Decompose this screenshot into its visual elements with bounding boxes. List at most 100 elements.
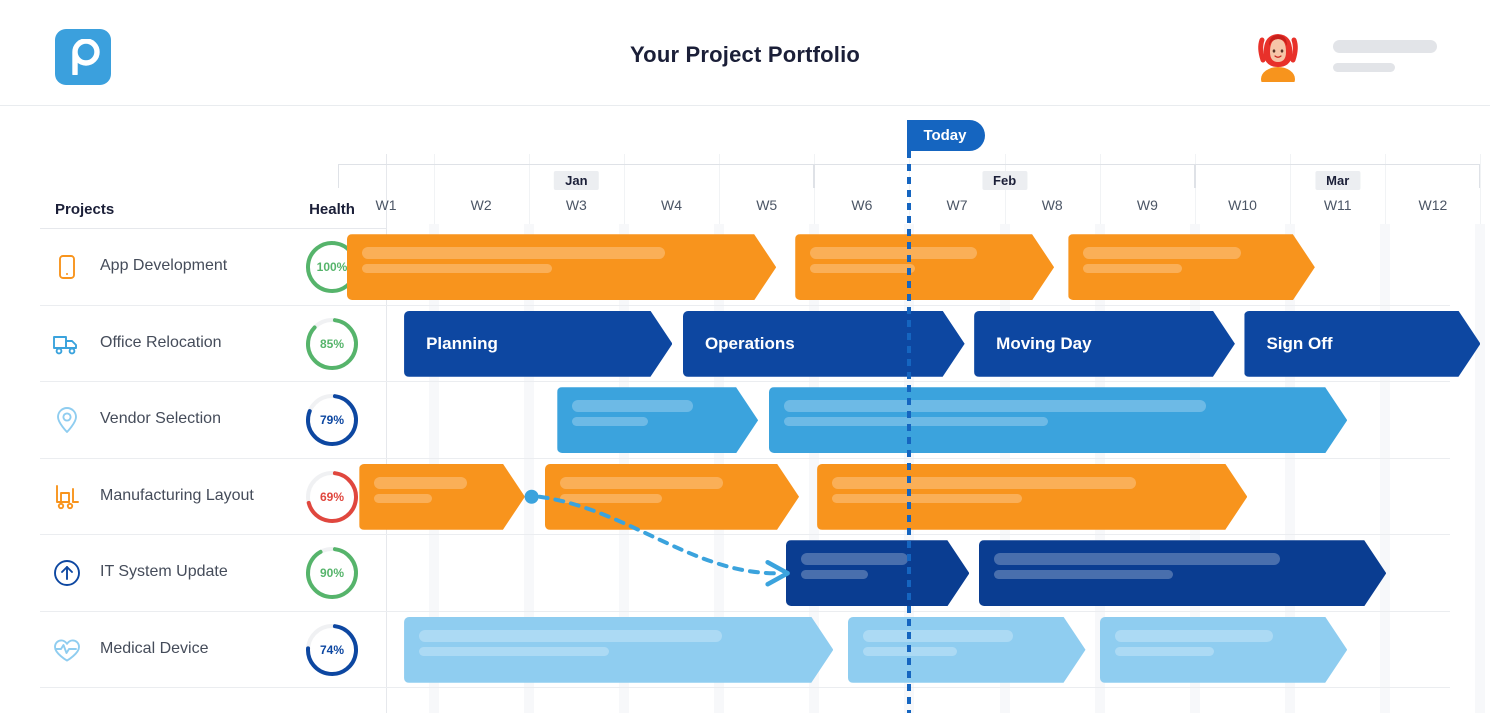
gantt-task-bar[interactable] [1100, 617, 1347, 683]
gantt-task-bar[interactable] [848, 617, 1086, 683]
week-label-w10[interactable]: W10 [1228, 194, 1257, 216]
task-skeleton-line [994, 570, 1173, 579]
task-skeleton-line [810, 264, 914, 273]
gantt-task-bar[interactable] [786, 540, 970, 606]
task-skeleton-line [362, 264, 552, 273]
project-name[interactable]: IT System Update [100, 563, 228, 581]
health-value: 74% [319, 642, 345, 657]
task-skeleton-line [362, 247, 665, 259]
task-skeleton-line [419, 630, 722, 642]
user-profile[interactable] [1255, 26, 1437, 82]
project-row[interactable]: Vendor Selection 79% [0, 382, 1490, 459]
gantt-task-bar[interactable]: Sign Off [1244, 311, 1480, 377]
gantt-task-bar[interactable] [347, 234, 776, 300]
health-column-header: Health [309, 201, 355, 218]
week-label-w8[interactable]: W8 [1042, 194, 1063, 216]
tablet-icon [51, 251, 83, 283]
project-row[interactable]: IT System Update 90% [0, 535, 1490, 612]
month-label-jan: Jan [554, 171, 599, 190]
health-ring[interactable]: 90% [300, 541, 364, 605]
health-ring[interactable]: 79% [300, 388, 364, 452]
health-value: 69% [319, 489, 345, 504]
project-name[interactable]: Vendor Selection [100, 410, 221, 428]
week-label-w5[interactable]: W5 [756, 194, 777, 216]
user-role-placeholder [1333, 63, 1395, 72]
week-label-w7[interactable]: W7 [947, 194, 968, 216]
gantt-task-bar[interactable] [359, 464, 525, 530]
week-label-w11[interactable]: W11 [1324, 194, 1352, 216]
task-skeleton-line [1115, 630, 1273, 642]
row-divider [40, 687, 1450, 688]
project-name[interactable]: Office Relocation [100, 334, 222, 352]
month-label-feb: Feb [982, 171, 1028, 190]
task-skeleton-line [374, 477, 466, 489]
gantt-task-label: Planning [426, 333, 498, 353]
week-header-row: W1 W2 W3 W4 W5 W6 W7 W8 W9 W10 W11 W12 [376, 194, 1490, 224]
task-skeleton-line [1083, 264, 1181, 273]
gantt-task-bar[interactable]: Moving Day [974, 311, 1235, 377]
gantt-task-label: Moving Day [996, 333, 1092, 353]
week-label-w1[interactable]: W1 [376, 194, 397, 216]
health-ring[interactable]: 69% [300, 465, 364, 529]
week-label-w2[interactable]: W2 [471, 194, 492, 216]
task-skeleton-line [994, 553, 1280, 565]
task-skeleton-line [1083, 247, 1240, 259]
project-row[interactable]: Office Relocation 85% Planning Operations Mo… [0, 306, 1490, 382]
upload-circle-icon [51, 557, 83, 589]
project-name[interactable]: Medical Device [100, 640, 208, 658]
health-value: 85% [319, 336, 345, 351]
gantt-task-bar[interactable] [979, 540, 1386, 606]
user-name-placeholder [1333, 40, 1437, 53]
gantt-task-bar[interactable] [1068, 234, 1314, 300]
task-skeleton-line [374, 494, 432, 503]
gantt-task-bar[interactable] [795, 234, 1054, 300]
gantt-task-bar[interactable] [769, 387, 1348, 453]
month-header-row: Jan Feb Mar [338, 164, 1490, 194]
heart-pulse-icon [51, 634, 83, 666]
today-badge[interactable]: Today [907, 120, 985, 151]
task-skeleton-line [784, 417, 1048, 426]
map-pin-icon [51, 404, 83, 436]
gantt-task-label: Sign Off [1266, 333, 1333, 353]
gantt-task-label: Operations [704, 333, 795, 353]
task-skeleton-line [801, 570, 868, 579]
project-row[interactable]: App Development 100% [0, 229, 1490, 306]
task-skeleton-line [784, 400, 1207, 412]
truck-icon [51, 328, 83, 360]
week-label-w12[interactable]: W12 [1418, 194, 1447, 216]
task-skeleton-line [572, 400, 693, 412]
user-avatar-illustration[interactable] [1255, 26, 1301, 82]
gantt-task-bar[interactable] [545, 464, 799, 530]
portfolio-gantt-page: Your Project Portfolio Projects Health J… [0, 0, 1490, 713]
week-label-w6[interactable]: W6 [851, 194, 872, 216]
health-value: 79% [319, 413, 345, 428]
today-marker-line [907, 138, 912, 713]
health-ring[interactable]: 74% [300, 618, 364, 682]
task-skeleton-line [863, 630, 1013, 642]
month-label-mar: Mar [1315, 171, 1361, 190]
task-skeleton-line [801, 553, 908, 565]
health-value: 90% [319, 566, 345, 581]
gantt-task-bar[interactable]: Planning [404, 311, 672, 377]
gantt-task-bar[interactable] [817, 464, 1247, 530]
project-name[interactable]: Manufacturing Layout [100, 487, 254, 505]
task-skeleton-line [832, 494, 1022, 503]
app-header: Your Project Portfolio [0, 0, 1490, 106]
forklift-icon [51, 481, 83, 513]
week-label-w3[interactable]: W3 [566, 194, 587, 216]
gantt-task-bar[interactable] [404, 617, 833, 683]
gantt-task-bar[interactable] [557, 387, 758, 453]
task-skeleton-line [810, 247, 977, 259]
week-label-w4[interactable]: W4 [661, 194, 682, 216]
task-skeleton-line [572, 417, 647, 426]
task-skeleton-line [832, 477, 1136, 489]
gantt-board: Projects Health Jan Feb Mar W1 W2 W3 W4 W5 W6 W7… [0, 106, 1490, 713]
project-row[interactable]: Manufacturing Layout 69% [0, 459, 1490, 535]
week-label-w9[interactable]: W9 [1137, 194, 1158, 216]
gantt-task-bar[interactable]: Operations [683, 311, 965, 377]
task-skeleton-line [560, 494, 662, 503]
project-name[interactable]: App Development [100, 257, 227, 275]
project-row[interactable]: Medical Device 74% [0, 612, 1490, 688]
health-ring[interactable]: 85% [300, 312, 364, 376]
task-skeleton-line [1115, 647, 1214, 656]
